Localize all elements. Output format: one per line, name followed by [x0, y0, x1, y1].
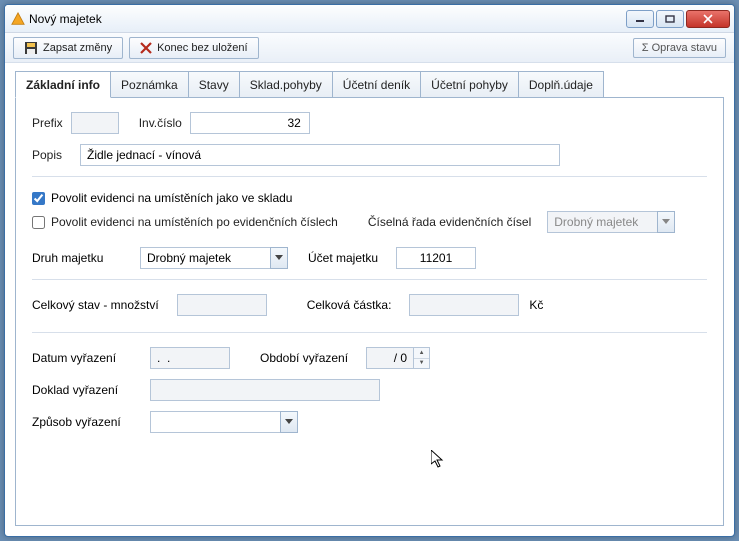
chevron-down-icon[interactable]: [657, 211, 675, 233]
tab-stavy[interactable]: Stavy: [188, 71, 240, 97]
window-title: Nový majetek: [29, 12, 102, 26]
zpusob-label: Způsob vyřazení: [32, 415, 132, 429]
status-button[interactable]: Σ Oprava stavu: [633, 38, 726, 58]
separator: [32, 176, 707, 177]
app-icon: [11, 12, 25, 26]
close-button[interactable]: [686, 10, 730, 28]
separator: [32, 332, 707, 333]
obdobi-spinner[interactable]: ▲ ▼: [414, 347, 430, 369]
popis-label: Popis: [32, 148, 72, 162]
tab-panel: Prefix Inv.číslo Popis Povolit evidenci …: [15, 97, 724, 526]
tab-ucetni-pohyby[interactable]: Účetní pohyby: [420, 71, 519, 97]
cancel-button[interactable]: Konec bez uložení: [129, 37, 259, 59]
evnum-combo-input[interactable]: [547, 211, 657, 233]
zpusob-combo-input[interactable]: [150, 411, 280, 433]
maximize-button[interactable]: [656, 10, 684, 28]
toolbar: Zapsat změny Konec bez uložení Σ Oprava …: [5, 33, 734, 63]
obdobi-label: Období vyřazení: [260, 351, 348, 365]
doklad-input[interactable]: [150, 379, 380, 401]
cancel-icon: [140, 42, 152, 54]
mouse-cursor-icon: [431, 450, 447, 470]
tab-ucetni-denik[interactable]: Účetní deník: [332, 71, 421, 97]
app-window: Nový majetek Zapsat změny Konec bez ulož…: [4, 4, 735, 537]
inv-number-input[interactable]: [190, 112, 310, 134]
druh-combo-input[interactable]: [140, 247, 270, 269]
castka-unit: Kč: [529, 298, 543, 312]
tab-zakladni-info[interactable]: Základní info: [15, 71, 111, 98]
tab-strip: Základní info Poznámka Stavy Sklad.pohyb…: [15, 71, 724, 97]
druh-combo[interactable]: [140, 247, 288, 269]
mnozstvi-label: Celkový stav - množství: [32, 298, 159, 312]
datum-vyrazeni-input[interactable]: [150, 347, 230, 369]
location-checkbox-row[interactable]: Povolit evidenci na umístěních jako ve s…: [32, 191, 707, 205]
chevron-down-icon[interactable]: [270, 247, 288, 269]
save-button[interactable]: Zapsat změny: [13, 37, 123, 59]
castka-label: Celková částka:: [307, 298, 392, 312]
save-icon: [24, 41, 38, 55]
separator: [32, 279, 707, 280]
prefix-label: Prefix: [32, 116, 63, 130]
spinner-down-icon[interactable]: ▼: [414, 359, 429, 369]
titlebar[interactable]: Nový majetek: [5, 5, 734, 33]
ucet-input[interactable]: [396, 247, 476, 269]
content-area: Základní info Poznámka Stavy Sklad.pohyb…: [5, 63, 734, 536]
prefix-input[interactable]: [71, 112, 119, 134]
mnozstvi-input[interactable]: [177, 294, 267, 316]
location-checkbox[interactable]: [32, 192, 45, 205]
evnum-range-label: Číselná řada evidenčních čísel: [368, 215, 531, 229]
druh-label: Druh majetku: [32, 251, 122, 265]
zpusob-combo[interactable]: [150, 411, 298, 433]
spinner-up-icon[interactable]: ▲: [414, 348, 429, 359]
inv-number-label: Inv.číslo: [139, 116, 182, 130]
evnum-combo[interactable]: [547, 211, 675, 233]
tab-dopln-udaje[interactable]: Doplň.údaje: [518, 71, 604, 97]
doklad-label: Doklad vyřazení: [32, 383, 132, 397]
location-checkbox-label: Povolit evidenci na umístěních jako ve s…: [51, 191, 292, 205]
datum-vyrazeni-label: Datum vyřazení: [32, 351, 132, 365]
obdobi-input[interactable]: [366, 347, 414, 369]
evnum-checkbox[interactable]: [32, 216, 45, 229]
evnum-checkbox-row[interactable]: Povolit evidenci na umístěních po eviden…: [32, 215, 338, 229]
castka-input[interactable]: [409, 294, 519, 316]
tab-poznamka[interactable]: Poznámka: [110, 71, 189, 97]
ucet-label: Účet majetku: [308, 251, 378, 265]
minimize-button[interactable]: [626, 10, 654, 28]
tab-sklad-pohyby[interactable]: Sklad.pohyby: [239, 71, 333, 97]
chevron-down-icon[interactable]: [280, 411, 298, 433]
popis-input[interactable]: [80, 144, 560, 166]
evnum-checkbox-label: Povolit evidenci na umístěních po eviden…: [51, 215, 338, 229]
